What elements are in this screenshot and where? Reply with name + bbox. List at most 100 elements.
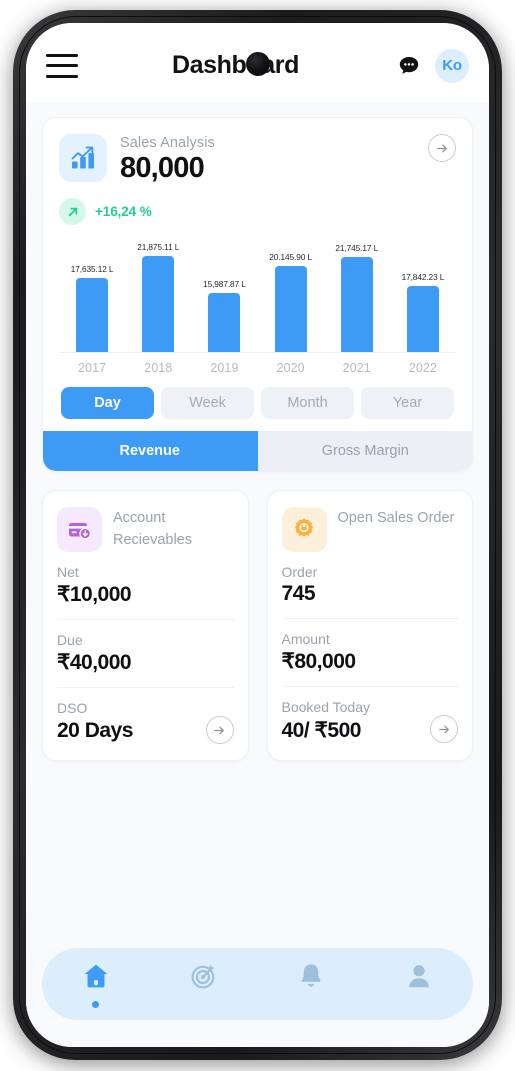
kpi-metric-label: Amount	[281, 631, 330, 647]
period-pill-day[interactable]: Day	[61, 387, 154, 419]
sales-bar-chart: 17,635.12 L 21,875.11 L 15,987.87 L 20.145.…	[59, 239, 456, 375]
kpi-metric-value-row: ₹10,000	[57, 582, 234, 607]
kpi-metric-value: 40/ ₹500	[281, 718, 362, 742]
kpi-metric: Net ₹10,000	[57, 564, 234, 620]
sales-card-header: Sales Analysis 80,000	[59, 134, 456, 185]
kpi-metric-label: DSO	[57, 700, 88, 716]
period-pill-month[interactable]: Month	[261, 387, 354, 419]
chart-x-tick-label: 2020	[276, 361, 305, 375]
kpi-divider	[281, 686, 458, 687]
sales-growth-row: +16,24 %	[59, 198, 456, 225]
kpi-divider	[281, 618, 458, 619]
avatar[interactable]: Ko	[435, 48, 469, 83]
kpi-metric-value-row: 745	[282, 582, 459, 606]
phone-screen: Dashboard Ko Sales Analysis 80,000 +16,2…	[26, 23, 489, 1047]
chart-bars: 17,635.12 L 21,875.11 L 15,987.87 L 20.145.…	[59, 239, 456, 353]
kpi-card-title: Account Recievables	[113, 510, 192, 548]
bar-chart-growth-icon	[59, 134, 107, 182]
kpi-card-header: Open Sales Order	[281, 507, 459, 552]
nav-active-indicator-dot	[92, 1000, 100, 1008]
chart-bar-column[interactable]: 15,987.87 L	[191, 239, 257, 352]
sales-card-title: Sales Analysis	[120, 135, 215, 151]
period-pill-week[interactable]: Week	[161, 387, 254, 419]
user-profile-icon[interactable]	[404, 961, 434, 996]
period-filter-group: Day Week Month Year	[59, 387, 456, 419]
arrow-up-right-icon	[59, 198, 86, 225]
kpi-metric-value-row: ₹40,000	[57, 650, 234, 675]
kpi-metric-value-row: ₹80,000	[282, 649, 459, 674]
kpi-card-detail-arrow-icon[interactable]	[430, 715, 458, 743]
chart-bar-column[interactable]: 17,635.12 L	[59, 239, 125, 352]
gear-box-icon	[281, 507, 327, 552]
target-goal-icon[interactable]	[189, 961, 219, 996]
chart-x-tick-label: 2021	[342, 361, 371, 375]
kpi-card[interactable]: Open Sales Order Order 745 Amount ₹80,000 Boo…	[266, 490, 473, 761]
chart-x-tick-label: 2017	[77, 361, 107, 375]
kpi-card-row: Account Recievables Net ₹10,000 Due ₹40,000 D…	[42, 490, 473, 761]
kpi-divider	[57, 687, 234, 688]
kpi-divider	[57, 619, 234, 620]
chart-bar-value-label: 21,745.17 L	[335, 243, 379, 253]
chart-x-tick-label: 2022	[408, 361, 438, 375]
credit-card-download-icon	[57, 507, 102, 552]
kpi-metric-value-row: 40/ ₹500	[281, 715, 458, 743]
chart-bar-value-label: 21,875.11 L	[137, 242, 180, 252]
metric-tab-group: Revenue Gross Margin	[43, 431, 473, 471]
chart-bar-value-label: 15,987.87 L	[203, 279, 246, 289]
kpi-metric: Amount ₹80,000	[281, 631, 459, 687]
period-pill-year[interactable]: Year	[361, 387, 454, 419]
kpi-metric-value-row: 20 Days	[57, 716, 234, 744]
bottom-navigation-bar	[42, 948, 473, 1020]
kpi-metric: Due ₹40,000	[57, 632, 234, 688]
bell-notification-icon[interactable]	[296, 961, 326, 996]
chart-x-tick-label: 2018	[144, 361, 173, 375]
chart-bar[interactable]	[76, 278, 109, 352]
nav-item-user-profile[interactable]	[365, 948, 473, 1020]
kpi-card-detail-arrow-icon[interactable]	[205, 716, 234, 744]
kpi-metric: Booked Today 40/ ₹500	[281, 699, 458, 743]
chart-bar[interactable]	[142, 256, 175, 352]
kpi-card[interactable]: Account Recievables Net ₹10,000 Due ₹40,000 D…	[42, 490, 249, 761]
chart-bar[interactable]	[274, 266, 307, 352]
nav-item-bell-notification[interactable]	[258, 948, 366, 1020]
kpi-card-title: Open Sales Order	[337, 510, 455, 526]
sales-card-heading: Sales Analysis 80,000	[120, 134, 415, 185]
home-icon[interactable]	[81, 961, 111, 996]
top-bar-actions: Ko	[397, 48, 469, 83]
chart-bar-column[interactable]: 17,842.23 L	[390, 239, 456, 352]
nav-item-target-goal[interactable]	[150, 948, 258, 1020]
chart-bar-column[interactable]: 20.145.90 L	[258, 239, 324, 352]
chart-bar-value-label: 17,842.23 L	[401, 272, 445, 282]
chart-bar[interactable]	[340, 257, 373, 352]
kpi-metric-value: ₹80,000	[281, 650, 357, 673]
chart-x-tick-label: 2019	[210, 361, 239, 375]
kpi-metric: DSO 20 Days	[57, 700, 234, 744]
sales-analysis-card: Sales Analysis 80,000 +16,24 % 17,635.12…	[42, 117, 473, 472]
tab-revenue[interactable]: Revenue	[43, 431, 258, 471]
page-title: Dashboard	[172, 51, 299, 79]
chart-bar[interactable]	[406, 286, 439, 352]
kpi-metric-label: Due	[57, 632, 83, 648]
tab-gross-margin[interactable]: Gross Margin	[258, 431, 473, 471]
front-camera-punch-hole	[245, 52, 270, 76]
kpi-metric-value: 20 Days	[57, 719, 133, 742]
kpi-metric-value: 745	[281, 582, 316, 605]
sales-card-detail-arrow-icon[interactable]	[428, 134, 456, 162]
sales-card-value: 80,000	[120, 152, 205, 184]
dashboard-content: Sales Analysis 80,000 +16,24 % 17,635.12…	[26, 102, 489, 1047]
kpi-metric: Order 745	[281, 564, 459, 619]
kpi-metric-label: Booked Today	[281, 699, 370, 715]
chart-bar-column[interactable]: 21,745.17 L	[324, 239, 390, 352]
chart-bar-value-label: 20.145.90 L	[269, 252, 312, 262]
nav-item-home[interactable]	[42, 948, 150, 1020]
kpi-metric-label: Order	[281, 564, 318, 580]
chart-bar-column[interactable]: 21,875.11 L	[125, 239, 191, 352]
kpi-metric-label: Net	[57, 564, 79, 580]
kpi-metric-value: ₹40,000	[57, 651, 132, 674]
chat-bubble-icon[interactable]	[397, 54, 421, 78]
chart-bar-value-label: 17,635.12 L	[70, 264, 114, 274]
kpi-metric-value: ₹10,000	[57, 583, 132, 606]
chart-x-axis: 2017 2018 2019 2020 2021 2022	[59, 361, 456, 375]
chart-bar[interactable]	[208, 293, 241, 352]
sales-growth-percent: +16,24 %	[95, 204, 152, 219]
